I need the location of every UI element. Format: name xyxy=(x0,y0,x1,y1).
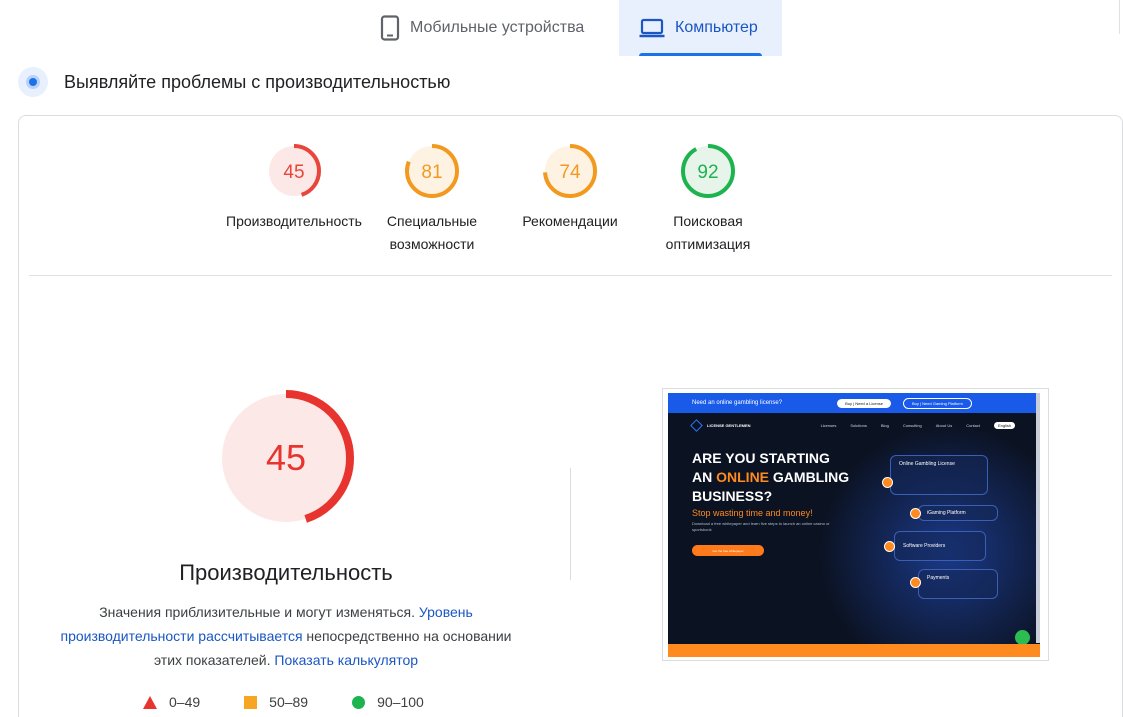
hero-line1: ARE YOU STARTING xyxy=(692,450,830,466)
site-topbar-text: Need an online gambling license? xyxy=(692,400,783,406)
flow-box-providers: Software Providers xyxy=(894,531,986,561)
site-hero-heading: ARE YOU STARTING AN ONLINE GAMBLING BUSI… xyxy=(692,449,872,506)
score-gauge: 81 xyxy=(405,144,459,198)
site-hero: ARE YOU STARTING AN ONLINE GAMBLING BUSI… xyxy=(692,449,872,556)
flow-label: Online Gambling License xyxy=(899,461,955,467)
hero-line2b: ONLINE xyxy=(716,469,770,485)
active-tab-indicator xyxy=(639,53,762,56)
site-topbar-btn2: Buy | Need Gaming Platform xyxy=(903,397,972,409)
diagnostics-title: Выявляйте проблемы с производительностью xyxy=(64,71,451,92)
legend-item-pass: 90–100 xyxy=(352,694,424,710)
tab-desktop-label: Компьютер xyxy=(675,19,758,36)
flow-box-license: Online Gambling License xyxy=(890,455,988,495)
gauge-score: 81 xyxy=(421,162,442,183)
note-text-1: Значения приблизительные и могут изменят… xyxy=(99,604,415,620)
performance-title: Производительность xyxy=(179,560,393,585)
tab-desktop[interactable]: Компьютер xyxy=(619,0,782,56)
score-gauge: 74 xyxy=(543,144,597,198)
site-hero-sub: Stop wasting time and money! xyxy=(692,508,813,518)
site-bottom-strip xyxy=(668,644,1040,657)
gauge-label: Специальные возможности xyxy=(362,210,502,256)
score-gauge: 45 xyxy=(267,144,321,198)
hero-line3: BUSINESS? xyxy=(692,488,773,504)
flow-label: iGaming Platform xyxy=(927,510,966,516)
gauge-label-line: Производительность xyxy=(226,213,362,229)
category-gauge[interactable]: 45 Производительность xyxy=(224,142,364,233)
page-screenshot[interactable]: Need an online gambling license? Buy | N… xyxy=(662,388,1049,661)
site-topbar: Need an online gambling license? Buy | N… xyxy=(668,393,1040,413)
flow-dot xyxy=(882,477,893,488)
flow-box-platform: iGaming Platform xyxy=(918,505,998,521)
hero-line2c: GAMBLING xyxy=(772,469,850,485)
smartphone-icon xyxy=(380,15,400,41)
edge-divider xyxy=(1119,0,1120,34)
category-gauge[interactable]: 81 Специальные возможности xyxy=(362,142,502,256)
score-legend: 0–49 50–89 90–100 xyxy=(143,694,468,710)
vertical-divider xyxy=(570,468,571,580)
gauge-label-line: Рекомендации xyxy=(522,213,618,229)
site-topbar-btn1: Buy | Need a License xyxy=(837,398,892,408)
gauge-score: 92 xyxy=(697,162,718,183)
site-scrollbar xyxy=(1036,393,1040,643)
flow-label: Software Providers xyxy=(903,543,946,549)
category-gauge[interactable]: 74 Рекомендации xyxy=(500,142,640,233)
flow-dot xyxy=(884,541,895,552)
score-gauge: 92 xyxy=(681,144,735,198)
category-gauges: 45 Производительность 81 Специальные возможн… xyxy=(19,142,1122,262)
gauge-label: Рекомендации xyxy=(500,210,640,233)
chat-icon xyxy=(1015,630,1030,645)
site-nav-item: Solutions xyxy=(850,422,867,428)
site-hero-cta: Get the free whitepaper xyxy=(692,545,764,556)
diagnostics-header: Выявляйте проблемы с производительностью xyxy=(18,66,450,98)
gauge-label: Поисковая оптимизация xyxy=(638,210,778,256)
report-card: 45 Производительность 81 Специальные возможн… xyxy=(18,115,1123,717)
device-tabs: Мобильные устройства Компьютер xyxy=(0,0,1123,56)
flow-dot xyxy=(910,508,921,519)
performance-big-gauge: 45 xyxy=(216,388,356,533)
screenshot-content: Need an online gambling license? Buy | N… xyxy=(668,393,1040,657)
gauge-label-line: оптимизация xyxy=(665,236,751,252)
site-logo-text: LICENSE GENTLEMEN xyxy=(707,422,751,428)
performance-big-score: 45 xyxy=(266,437,306,478)
category-gauge[interactable]: 92 Поисковая оптимизация xyxy=(638,142,778,256)
gauge-score: 74 xyxy=(559,162,581,183)
flow-box-payments: Payments xyxy=(918,569,998,599)
gauges-divider xyxy=(29,275,1112,276)
flow-dot xyxy=(910,577,921,588)
legend-item-average: 50–89 xyxy=(244,694,308,710)
diagnostic-icon xyxy=(18,67,48,97)
tab-mobile-label: Мобильные устройства xyxy=(410,19,585,36)
flow-label: Payments xyxy=(927,575,950,581)
laptop-icon xyxy=(639,18,665,38)
legend-range-average: 50–89 xyxy=(269,694,309,710)
performance-note: Значения приблизительные и могут изменят… xyxy=(59,600,513,672)
site-hero-small: Download a free whitepaper and learn fiv… xyxy=(692,521,830,532)
site-nav-item: Licenses xyxy=(820,422,837,428)
site-nav-item: Blog xyxy=(880,422,889,428)
calculator-link[interactable]: Показать калькулятор xyxy=(274,652,418,668)
square-icon xyxy=(244,695,258,709)
gauge-score: 45 xyxy=(283,162,304,183)
site-logo: LICENSE GENTLEMEN xyxy=(690,418,751,432)
hero-line2a: AN xyxy=(692,469,713,485)
triangle-icon xyxy=(143,695,157,709)
tab-mobile[interactable]: Мобильные устройства xyxy=(372,0,612,56)
legend-item-fail: 0–49 xyxy=(143,694,200,710)
legend-range-fail: 0–49 xyxy=(169,694,201,710)
gauge-label-line: Специальные xyxy=(386,213,478,229)
gauge-label: Производительность xyxy=(224,210,364,233)
circle-icon xyxy=(352,695,366,709)
gauge-label-line: возможности xyxy=(389,236,475,252)
legend-range-pass: 90–100 xyxy=(377,694,424,710)
gauge-label-line: Поисковая xyxy=(673,213,743,229)
site-lang: English xyxy=(994,421,1016,429)
performance-big-gauge-svg: 45 xyxy=(218,390,354,526)
